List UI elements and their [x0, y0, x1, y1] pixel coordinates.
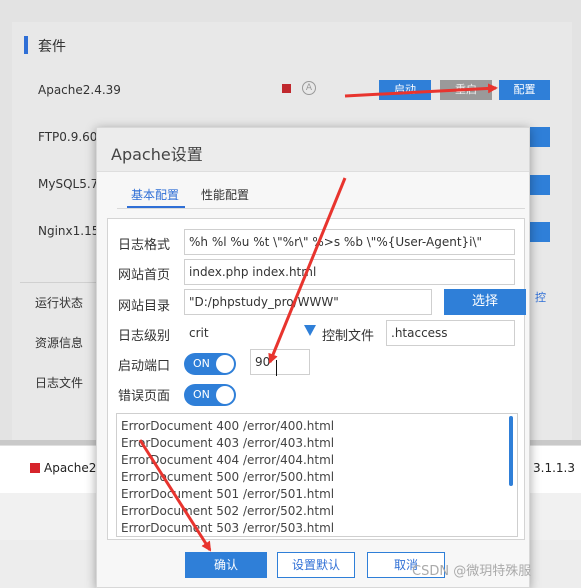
tab-basic-config[interactable]: 基本配置 — [131, 186, 179, 203]
tab-divider — [117, 208, 525, 209]
log-level-label: 日志级别 — [118, 329, 171, 344]
suite-ftp-name: FTP0.9.60 — [38, 130, 98, 144]
error-document-line: ErrorDocument 400 /error/400.html — [121, 419, 335, 433]
error-documents-list: ErrorDocument 400 /error/400.html ErrorD… — [117, 418, 335, 536]
port-toggle[interactable]: ON — [184, 353, 236, 375]
watermark: CSDN @微玥特殊服 — [412, 564, 532, 579]
mysql-config-button[interactable] — [528, 175, 550, 195]
control-file-label: 控制文件 — [322, 329, 375, 344]
apache-restart-button[interactable]: 重启 — [440, 80, 492, 100]
set-default-button[interactable]: 设置默认 — [277, 552, 355, 578]
dialog-header: Apache设置 — [97, 128, 529, 172]
site-dir-label: 网站目录 — [118, 299, 171, 314]
error-document-line: ErrorDocument 404 /error/404.html — [121, 453, 335, 467]
error-page-toggle[interactable]: ON — [184, 384, 236, 406]
stopped-status-icon — [282, 84, 291, 93]
port-input[interactable]: 90 — [250, 349, 310, 375]
nav-item-status[interactable]: 运行状态 — [35, 294, 83, 311]
task-version: 3.1.1.3 — [533, 461, 575, 475]
port-toggle-text: ON — [193, 357, 210, 370]
control-file-input[interactable]: .htaccess — [386, 320, 515, 346]
error-document-line: ErrorDocument 403 /error/403.html — [121, 436, 335, 450]
apache-settings-dialog: Apache设置 基本配置 性能配置 日志格式 %h %l %u %t \"%r… — [96, 127, 530, 588]
error-page-label: 错误页面 — [118, 389, 171, 404]
error-document-line: ErrorDocument 501 /error/501.html — [121, 487, 335, 501]
toggle-knob — [216, 355, 234, 373]
select-dir-button[interactable]: 选择 — [444, 289, 526, 315]
basic-config-form: 日志格式 %h %l %u %t \"%r\" %>s %b \"%{User-… — [107, 218, 526, 540]
apache-config-button[interactable]: 配置 — [499, 80, 550, 100]
suite-mysql-name: MySQL5.7 — [38, 177, 99, 191]
nav-item-logs[interactable]: 日志文件 — [35, 374, 83, 391]
tab-performance-config[interactable]: 性能配置 — [201, 186, 249, 203]
textarea-scrollbar[interactable] — [509, 416, 513, 486]
error-document-line: ErrorDocument 500 /error/500.html — [121, 470, 335, 484]
error-document-line: ErrorDocument 503 /error/503.html — [121, 521, 335, 535]
port-label: 启动端口 — [118, 359, 171, 374]
suite-nginx-name: Nginx1.15 — [38, 224, 100, 238]
toggle-knob — [216, 386, 234, 404]
log-format-label: 日志格式 — [118, 238, 171, 253]
homepage-label: 网站首页 — [118, 268, 171, 283]
text-cursor — [276, 360, 277, 376]
chevron-down-icon[interactable] — [304, 325, 316, 336]
nginx-config-button[interactable] — [528, 222, 550, 242]
apache-start-button[interactable]: 启动 — [379, 80, 431, 100]
error-document-line: ErrorDocument 502 /error/502.html — [121, 504, 335, 518]
log-level-select[interactable]: crit — [184, 320, 292, 346]
nav-item-resources[interactable]: 资源信息 — [35, 334, 83, 351]
confirm-button[interactable]: 确认 — [185, 552, 267, 578]
error-toggle-text: ON — [193, 388, 210, 401]
log-format-input[interactable]: %h %l %u %t \"%r\" %>s %b \"%{User-Agent… — [184, 229, 515, 255]
active-tab-indicator — [127, 206, 185, 208]
section-accent-bar — [24, 36, 28, 54]
monitor-link[interactable]: 控 — [535, 289, 546, 305]
ftp-config-button[interactable] — [528, 127, 550, 147]
suite-apache-name: Apache2.4.39 — [38, 83, 121, 97]
error-documents-textarea[interactable]: ErrorDocument 400 /error/400.html ErrorD… — [116, 413, 518, 537]
site-dir-input[interactable]: "D:/phpstudy_pro/WWW" — [184, 289, 432, 315]
dialog-title: Apache设置 — [111, 145, 203, 164]
task-status-icon — [30, 463, 40, 473]
section-title: 套件 — [38, 39, 66, 55]
homepage-input[interactable]: index.php index.html — [184, 259, 515, 285]
circle-a-icon: A — [302, 81, 316, 95]
task-label[interactable]: Apache2 — [44, 461, 96, 475]
